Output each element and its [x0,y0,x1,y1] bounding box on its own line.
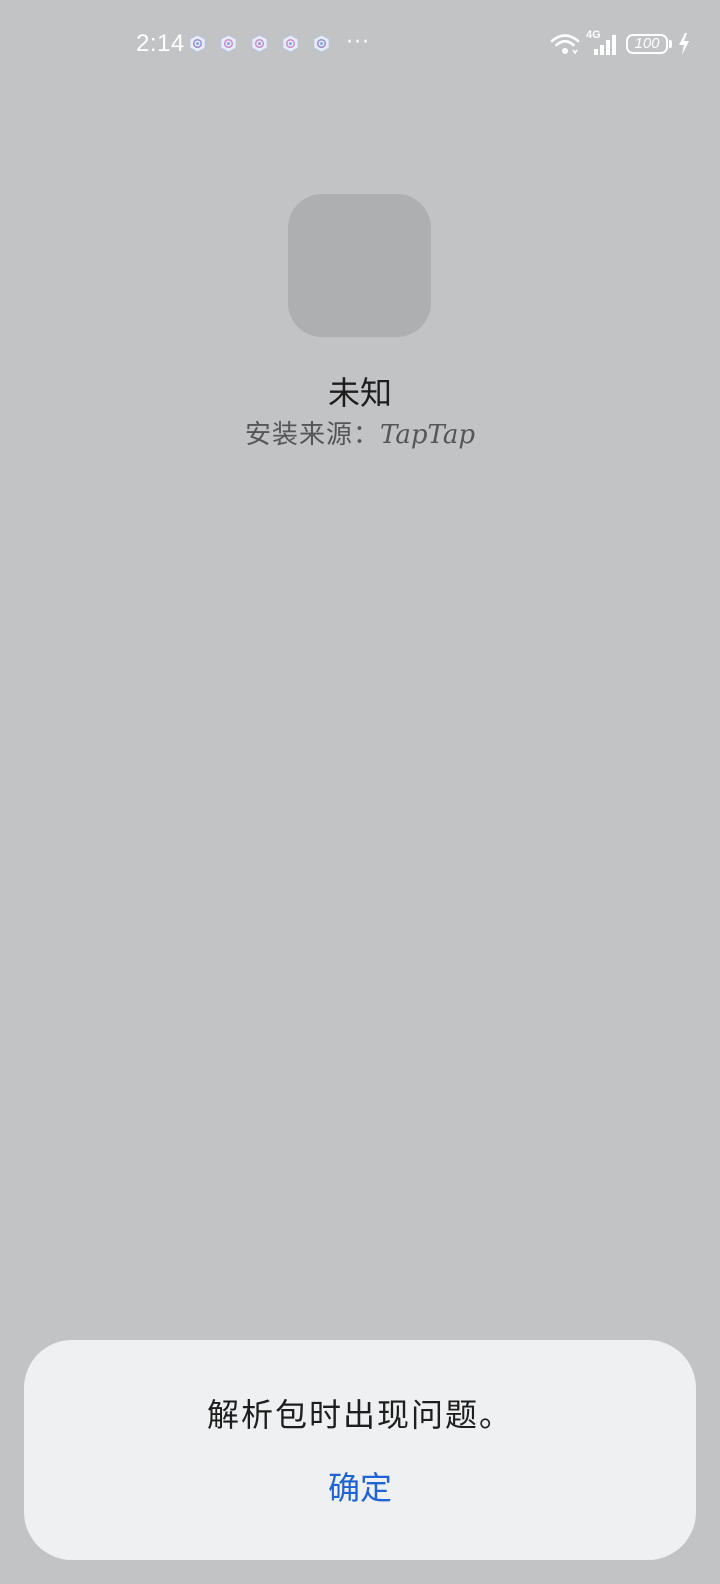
app-notification-icon [251,34,268,53]
app-icon-placeholder [288,194,431,337]
app-name: 未知 [327,374,392,412]
more-notifications-icon: ··· [346,30,370,55]
app-notification-icon [220,34,237,53]
install-source-value: TapTap [380,420,475,450]
status-time: 2:14 [136,30,185,57]
battery-nub [669,40,672,48]
battery-indicator: 100 [626,34,672,54]
app-notification-icon [313,34,330,53]
install-source: 安装来源：TapTap [0,414,720,451]
app-notification-icon [189,34,206,53]
notification-icons [188,34,331,53]
cellular-signal: 4G [586,29,620,56]
wifi-icon [550,34,580,55]
status-bar: 2:14 ··· 4G 100 [0,0,720,92]
error-dialog: 解析包时出现问题。 确定 [24,1340,696,1560]
charging-icon [679,33,689,55]
confirm-button[interactable]: 确定 [310,1458,410,1518]
dialog-message: 解析包时出现问题。 [206,1396,513,1434]
system-icons: 4G 100 [550,29,690,56]
battery-level: 100 [626,34,668,54]
signal-bars-icon [594,35,616,55]
install-source-label: 安装来源： [245,420,381,450]
app-notification-icon [282,34,299,53]
